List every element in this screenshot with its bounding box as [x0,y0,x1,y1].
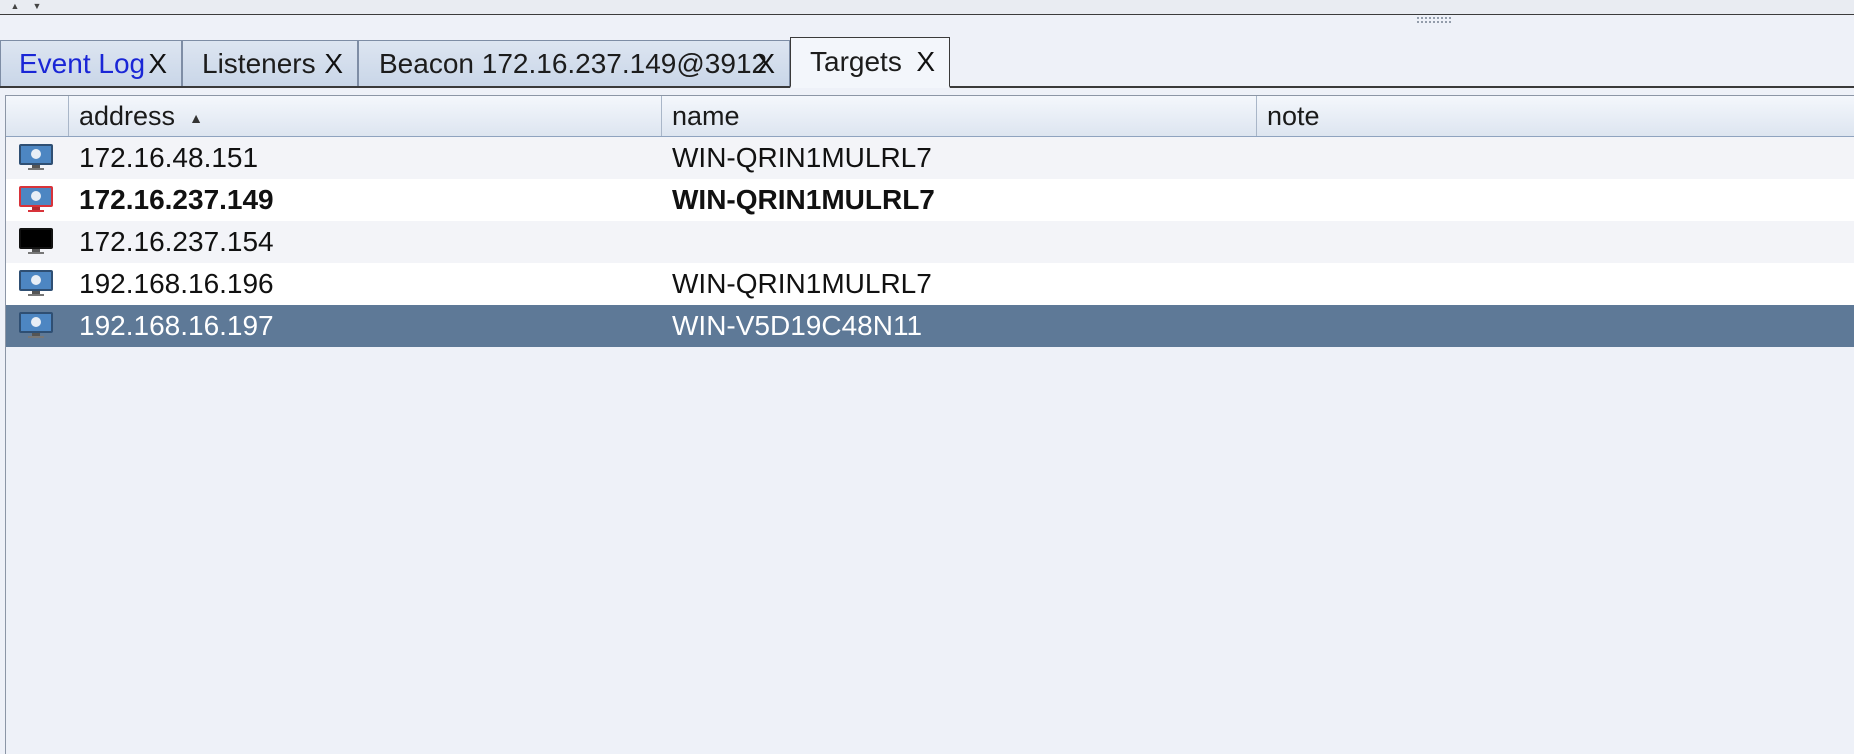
split-arrows[interactable]: ▲ ▼ [10,1,42,13]
tab-bar: Event Log X Listeners X Beacon 172.16.23… [0,15,1854,88]
column-header-icon[interactable] [6,96,69,136]
address-cell: 172.16.237.149 [79,184,274,215]
tab-label: Targets [810,46,902,77]
os-icon-cell [6,221,69,263]
collapse-down-icon[interactable]: ▼ [32,2,41,13]
table-row[interactable]: 172.16.48.151 WIN-QRIN1MULRL7 [6,137,1854,179]
column-header-note[interactable]: note [1257,96,1854,136]
table-row[interactable]: 172.16.237.149 WIN-QRIN1MULRL7 [6,179,1854,221]
tab-beacon[interactable]: Beacon 172.16.237.149@3912 X [358,40,790,86]
address-cell: 192.168.16.196 [79,268,274,299]
note-cell [1257,221,1854,263]
tab-event-log[interactable]: Event Log X [0,40,182,86]
close-tab-button[interactable]: X [148,48,167,80]
name-cell: WIN-QRIN1MULRL7 [672,268,932,299]
sort-ascending-icon: ▲ [189,109,203,126]
windows-monitor-compromised-icon [19,186,53,212]
table-row[interactable]: 192.168.16.196 WIN-QRIN1MULRL7 [6,263,1854,305]
split-pane-divider[interactable]: ▲ ▼ [0,0,1854,15]
table-header: address ▲ name note [6,96,1854,137]
address-cell: 172.16.237.154 [79,226,274,257]
note-cell [1257,305,1854,347]
unknown-monitor-icon [19,228,53,254]
address-cell: 192.168.16.197 [79,310,274,341]
close-tab-button[interactable]: X [324,48,343,80]
tab-label: Event Log [19,47,146,79]
note-cell [1257,137,1854,179]
os-icon-cell [6,305,69,347]
name-cell [662,221,1257,263]
tab-targets[interactable]: Targets X [790,37,950,88]
note-cell [1257,179,1854,221]
tab-label: Listeners [202,47,316,79]
note-cell [1257,263,1854,305]
tab-label: Beacon 172.16.237.149@3912 [379,47,768,79]
tab-listeners[interactable]: Listeners X [182,40,358,86]
collapse-up-icon[interactable]: ▲ [10,2,19,13]
close-tab-button[interactable]: X [916,46,935,78]
targets-window: ▲ ▼ Event Log X Listeners X Beacon 172.1… [0,0,1854,754]
targets-table: address ▲ name note 172.16.48.151 WIN-QRI… [5,95,1854,754]
table-row-selected[interactable]: 192.168.16.197 WIN-V5D19C48N11 [6,305,1854,347]
name-cell: WIN-V5D19C48N11 [672,310,923,341]
windows-monitor-icon [19,312,53,338]
os-icon-cell [6,263,69,305]
os-icon-cell [6,179,69,221]
windows-monitor-icon [19,270,53,296]
column-header-name[interactable]: name [662,96,1257,136]
close-tab-button[interactable]: X [756,48,775,80]
column-header-label: address [79,101,176,131]
column-header-address[interactable]: address ▲ [69,96,662,136]
table-row[interactable]: 172.16.237.154 [6,221,1854,263]
os-icon-cell [6,137,69,179]
windows-monitor-icon [19,144,53,170]
address-cell: 172.16.48.151 [79,142,259,173]
name-cell: WIN-QRIN1MULRL7 [672,142,932,173]
name-cell: WIN-QRIN1MULRL7 [672,184,935,215]
